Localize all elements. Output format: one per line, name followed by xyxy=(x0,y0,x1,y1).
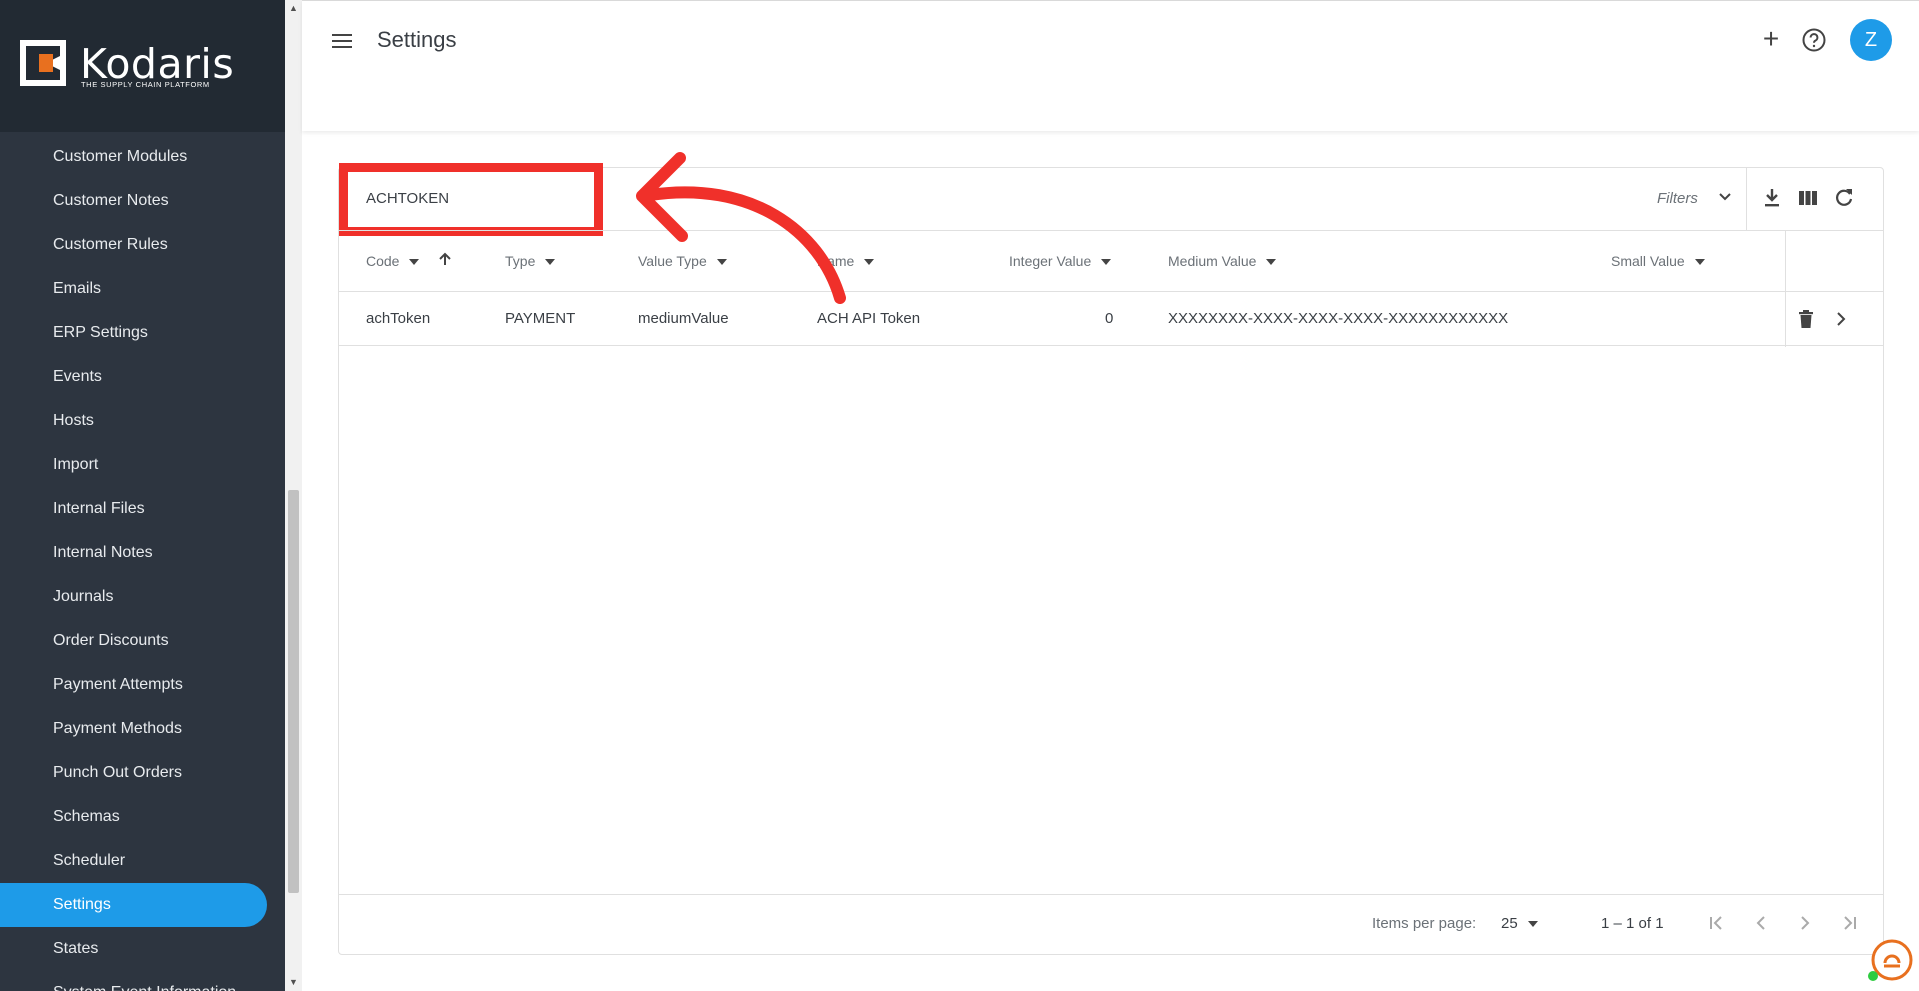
sidebar-item-states[interactable]: States xyxy=(0,927,285,971)
first-page-icon[interactable] xyxy=(1705,911,1729,935)
trash-icon[interactable] xyxy=(1795,308,1817,330)
download-icon[interactable] xyxy=(1760,186,1784,210)
cell-integer-value: 0 xyxy=(1105,310,1114,327)
sidebar-item-events[interactable]: Events xyxy=(0,355,285,399)
caret-down-icon[interactable] xyxy=(1266,259,1277,266)
column-label: Type xyxy=(505,253,536,269)
column-label: Small Value xyxy=(1611,253,1685,269)
kodaris-logo-icon xyxy=(20,40,66,86)
next-page-icon[interactable] xyxy=(1793,911,1817,935)
page-title: Settings xyxy=(377,27,457,52)
column-header-value-type[interactable]: Value Type xyxy=(638,253,727,269)
scrollbar-thumb[interactable] xyxy=(288,490,299,893)
caret-down-icon[interactable] xyxy=(1694,259,1705,266)
column-label: Name xyxy=(817,253,855,269)
column-label: Integer Value xyxy=(1009,253,1092,269)
page-size-value: 25 xyxy=(1501,915,1518,932)
sidebar-item-customer-notes[interactable]: Customer Notes xyxy=(0,179,285,223)
column-label: Code xyxy=(366,253,400,269)
chevron-down-icon[interactable] xyxy=(1716,188,1734,206)
settings-table-card: Filters Code Type Value Type Name Intege… xyxy=(338,163,1884,955)
sidebar-item-import[interactable]: Import xyxy=(0,443,285,487)
cell-type: PAYMENT xyxy=(505,310,576,327)
logo[interactable]: Kodaris THE SUPPLY CHAIN PLATFORM xyxy=(0,0,285,132)
sidebar-item-hosts[interactable]: Hosts xyxy=(0,399,285,443)
columns-icon[interactable] xyxy=(1796,186,1820,210)
refresh-icon[interactable] xyxy=(1832,186,1856,210)
column-header-medium-value[interactable]: Medium Value xyxy=(1168,253,1277,269)
cell-name: ACH API Token xyxy=(817,310,921,327)
column-label: Value Type xyxy=(638,253,707,269)
sidebar-item-order-discounts[interactable]: Order Discounts xyxy=(0,619,285,663)
toolbar-divider xyxy=(1746,168,1747,230)
sidebar-item-erp-settings[interactable]: ERP Settings xyxy=(0,311,285,355)
sidebar-item-emails[interactable]: Emails xyxy=(0,267,285,311)
add-icon[interactable]: + xyxy=(1757,25,1785,53)
page-range-label: 1 – 1 of 1 xyxy=(1601,915,1664,932)
sidebar-item-scheduler[interactable]: Scheduler xyxy=(0,839,285,883)
sidebar-item-payment-attempts[interactable]: Payment Attempts xyxy=(0,663,285,707)
sidebar-item-schemas[interactable]: Schemas xyxy=(0,795,285,839)
column-header-name[interactable]: Name xyxy=(817,253,875,269)
column-header-small-value[interactable]: Small Value xyxy=(1611,253,1705,269)
menu-icon[interactable] xyxy=(330,31,354,51)
items-per-page-label: Items per page: xyxy=(1372,915,1477,932)
page-size-select[interactable]: 25 xyxy=(1501,915,1538,932)
sidebar-item-payment-methods[interactable]: Payment Methods xyxy=(0,707,285,751)
top-bar: Settings + Z xyxy=(302,0,1919,131)
brand-tagline: THE SUPPLY CHAIN PLATFORM xyxy=(81,80,210,89)
sidebar-item-customer-modules[interactable]: Customer Modules xyxy=(0,135,285,179)
scroll-up-arrow-icon[interactable]: ▲ xyxy=(285,0,302,17)
sort-ascending-icon[interactable] xyxy=(437,251,453,267)
caret-down-icon[interactable] xyxy=(864,259,875,266)
sidebar-item-internal-notes[interactable]: Internal Notes xyxy=(0,531,285,575)
scroll-down-arrow-icon[interactable]: ▼ xyxy=(285,974,302,991)
column-header-type[interactable]: Type xyxy=(505,253,556,269)
caret-down-icon[interactable] xyxy=(545,259,556,266)
table-row[interactable]: achToken PAYMENT mediumValue ACH API Tok… xyxy=(339,292,1883,346)
sidebar-nav: Customer Modules Customer Notes Customer… xyxy=(0,135,285,991)
table-header: Code Type Value Type Name Integer Value … xyxy=(339,230,1883,347)
sidebar: Kodaris THE SUPPLY CHAIN PLATFORM Custom… xyxy=(0,0,285,991)
sidebar-item-punch-out-orders[interactable]: Punch Out Orders xyxy=(0,751,285,795)
help-icon[interactable] xyxy=(1801,27,1827,53)
sidebar-scrollbar[interactable]: ▲ ▼ xyxy=(285,0,302,991)
filters-button[interactable]: Filters xyxy=(1657,190,1698,207)
cell-medium-value: XXXXXXXX-XXXX-XXXX-XXXX-XXXXXXXXXXXX xyxy=(1168,310,1509,327)
caret-down-icon[interactable] xyxy=(1101,259,1112,266)
sidebar-item-system-event-information[interactable]: System Event Information xyxy=(0,971,285,991)
paginator: Items per page: 25 1 – 1 of 1 xyxy=(339,894,1883,954)
caret-down-icon[interactable] xyxy=(716,259,727,266)
column-label: Medium Value xyxy=(1168,253,1257,269)
annotation-highlight-box xyxy=(339,163,603,236)
caret-down-icon[interactable] xyxy=(1527,921,1538,928)
column-header-code[interactable]: Code xyxy=(366,253,420,269)
chat-icon[interactable] xyxy=(1866,936,1914,984)
sidebar-item-internal-files[interactable]: Internal Files xyxy=(0,487,285,531)
sidebar-item-settings[interactable]: Settings xyxy=(0,883,267,927)
chevron-right-icon[interactable] xyxy=(1830,308,1852,330)
sidebar-item-customer-rules[interactable]: Customer Rules xyxy=(0,223,285,267)
previous-page-icon[interactable] xyxy=(1749,911,1773,935)
column-header-integer-value[interactable]: Integer Value xyxy=(1009,253,1112,269)
sidebar-item-journals[interactable]: Journals xyxy=(0,575,285,619)
avatar[interactable]: Z xyxy=(1850,19,1892,61)
last-page-icon[interactable] xyxy=(1837,911,1861,935)
cell-code: achToken xyxy=(366,310,431,327)
caret-down-icon[interactable] xyxy=(409,259,420,266)
cell-value-type: mediumValue xyxy=(638,310,729,327)
